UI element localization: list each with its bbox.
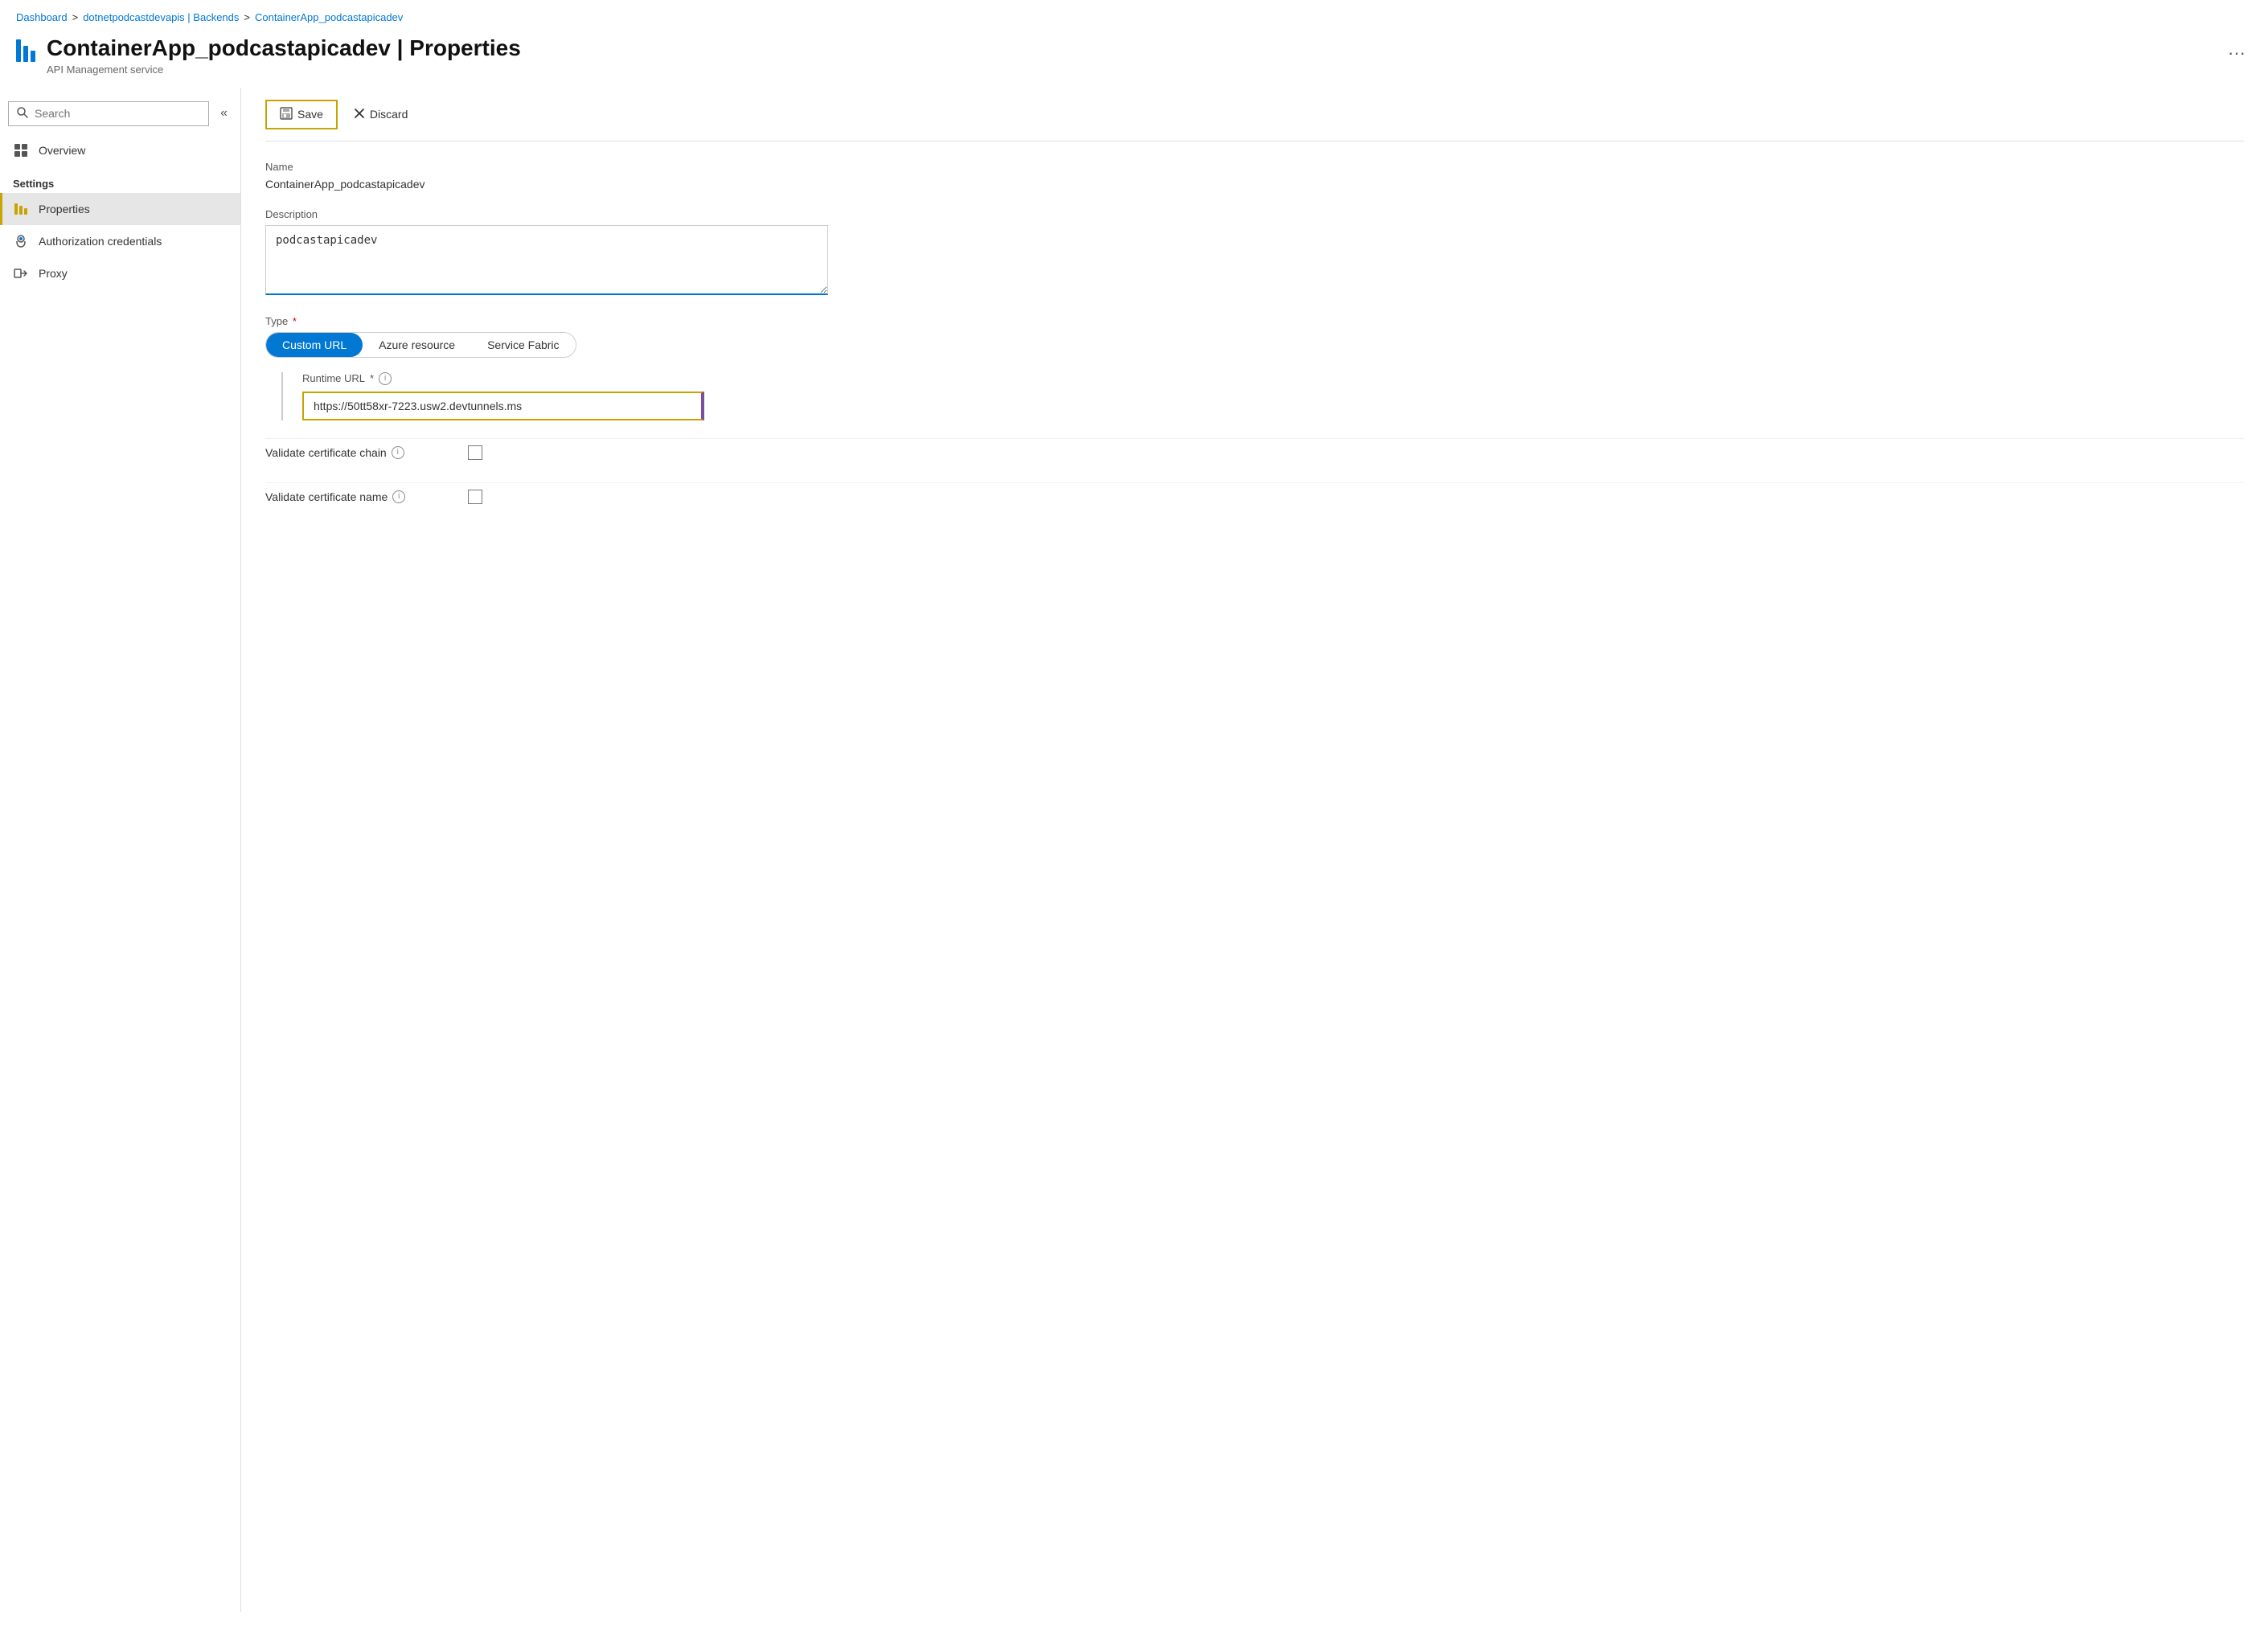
proxy-icon (13, 265, 29, 281)
search-icon (17, 107, 28, 121)
runtime-url-section: Runtime URL * i (281, 372, 2244, 420)
type-option-azure-resource[interactable]: Azure resource (363, 333, 471, 357)
toolbar: Save Discard (265, 88, 2244, 141)
validate-cert-name-checkbox[interactable] (468, 490, 482, 504)
sidebar-item-proxy[interactable]: Proxy (0, 257, 240, 289)
description-field: Description (265, 208, 2244, 297)
runtime-url-label-text: Runtime URL (302, 372, 365, 384)
sidebar-item-properties[interactable]: Properties (0, 193, 240, 225)
page-subtitle: API Management service (47, 64, 2210, 76)
validate-cert-chain-checkbox[interactable] (468, 445, 482, 460)
page-header: ContainerApp_podcastapicadev | Propertie… (0, 30, 2268, 88)
validate-cert-name-row: Validate certificate name i (265, 482, 2244, 511)
auth-icon (13, 233, 29, 249)
breadcrumb-dashboard[interactable]: Dashboard (16, 11, 68, 23)
discard-button[interactable]: Discard (341, 102, 420, 127)
validate-cert-name-info-icon[interactable]: i (392, 490, 405, 503)
save-button[interactable]: Save (265, 100, 338, 129)
validate-cert-chain-label: Validate certificate chain (265, 446, 387, 459)
overview-icon (13, 142, 29, 158)
breadcrumb-container-app[interactable]: ContainerApp_podcastapicadev (255, 11, 403, 23)
breadcrumb: Dashboard > dotnetpodcastdevapis | Backe… (0, 0, 2268, 30)
name-value: ContainerApp_podcastapicadev (265, 178, 2244, 191)
type-option-service-fabric[interactable]: Service Fabric (471, 333, 575, 357)
more-options-button[interactable]: ··· (2221, 39, 2252, 67)
discard-icon (354, 108, 365, 121)
search-input[interactable] (35, 107, 200, 120)
type-field: Type * Custom URL Azure resource Service… (265, 315, 2244, 420)
type-label: Type * (265, 315, 2244, 327)
breadcrumb-backends[interactable]: dotnetpodcastdevapis | Backends (83, 11, 239, 23)
validate-cert-chain-row: Validate certificate chain i (265, 438, 2244, 466)
sidebar-item-overview-label: Overview (39, 144, 85, 157)
search-box (8, 101, 209, 126)
settings-section-title: Settings (0, 166, 240, 193)
sidebar-item-proxy-label: Proxy (39, 267, 68, 280)
runtime-url-info-icon[interactable]: i (379, 372, 392, 385)
page-title: ContainerApp_podcastapicadev | Propertie… (47, 35, 2210, 62)
name-label: Name (265, 161, 2244, 173)
sidebar-item-auth-label: Authorization credentials (39, 235, 162, 248)
sidebar-item-authorization-credentials[interactable]: Authorization credentials (0, 225, 240, 257)
properties-icon (13, 201, 29, 217)
validate-cert-name-label: Validate certificate name (265, 490, 388, 503)
description-input[interactable] (265, 225, 828, 295)
collapse-sidebar-button[interactable]: « (215, 103, 232, 124)
runtime-url-input[interactable] (302, 392, 704, 420)
azure-logo (16, 35, 35, 62)
sidebar-item-properties-label: Properties (39, 203, 90, 215)
type-option-custom-url[interactable]: Custom URL (266, 333, 363, 357)
main-content: Save Discard Name ContainerApp_podcastap… (241, 88, 2268, 1612)
sidebar: « Overview Settings (0, 88, 241, 1612)
name-field: Name ContainerApp_podcastapicadev (265, 161, 2244, 191)
save-icon (280, 107, 293, 122)
description-label: Description (265, 208, 2244, 220)
type-selector: Custom URL Azure resource Service Fabric (265, 332, 576, 358)
validate-cert-chain-info-icon[interactable]: i (392, 446, 404, 459)
sidebar-item-overview[interactable]: Overview (0, 134, 240, 166)
